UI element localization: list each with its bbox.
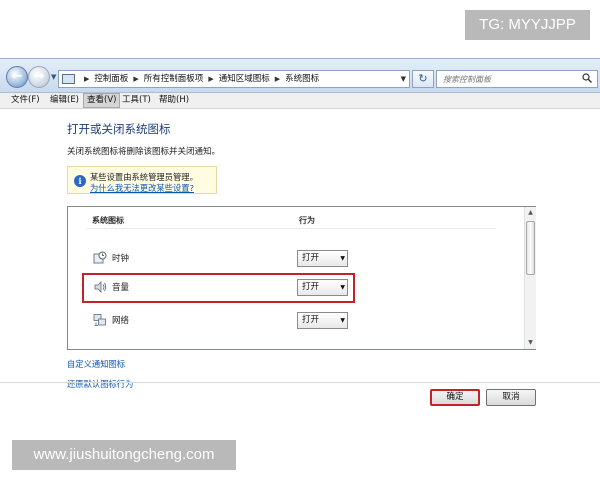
column-header-icons: 系统图标: [92, 216, 124, 225]
watermark-bottom: www.jiushuitongcheng.com: [12, 440, 236, 470]
network-behavior-select[interactable]: 打开 ▼: [297, 312, 348, 329]
main-content: 打开或关闭系统图标 关闭系统图标将删除该图标并关闭通知。 i 某些设置由系统管理…: [0, 110, 600, 421]
ok-button[interactable]: 确定: [430, 389, 480, 406]
recent-pages-chevron-icon[interactable]: ▼: [51, 73, 56, 81]
page-title: 打开或关闭系统图标: [67, 122, 171, 136]
breadcrumb-all-items[interactable]: 所有控制面板项: [144, 74, 204, 84]
chevron-down-icon: ▼: [340, 255, 345, 262]
menu-file[interactable]: 文件(F): [8, 93, 43, 108]
list-scrollbar[interactable]: ▲ ▼: [524, 207, 536, 349]
menu-bar: 文件(F) 编辑(E) 查看(V) 工具(T) 帮助(H): [0, 93, 600, 109]
menu-tools[interactable]: 工具(T): [119, 93, 154, 108]
column-header-behavior: 行为: [299, 216, 315, 225]
header-divider: [86, 228, 496, 229]
list-item-label: 网络: [112, 316, 130, 326]
info-icon: i: [74, 175, 86, 187]
scroll-down-icon[interactable]: ▼: [525, 337, 536, 349]
back-button[interactable]: ←: [6, 66, 28, 88]
breadcrumb-control-panel[interactable]: 控制面板: [94, 74, 128, 84]
breadcrumb-separator-icon: ▶: [133, 75, 139, 83]
admin-notice: i 某些设置由系统管理员管理。 为什么我无法更改某些设置?: [67, 166, 217, 194]
list-item-network: 网络 打开 ▼: [68, 307, 523, 335]
breadcrumb-notification-icons[interactable]: 通知区域图标: [219, 74, 270, 84]
clock-icon: [93, 251, 107, 264]
clock-behavior-select[interactable]: 打开 ▼: [297, 250, 348, 267]
search-icon[interactable]: [582, 73, 592, 83]
breadcrumb: ▶ 控制面板 ▶ 所有控制面板项 ▶ 通知区域图标 ▶ 系统图标: [79, 71, 319, 87]
address-bar[interactable]: ▶ 控制面板 ▶ 所有控制面板项 ▶ 通知区域图标 ▶ 系统图标 ▼: [58, 70, 410, 88]
address-toolbar: ← → ▼ ▶ 控制面板 ▶ 所有控制面板项 ▶ 通知区域图标 ▶ 系统图标 ▼ ↻: [0, 59, 600, 93]
list-item-label: 时钟: [112, 254, 130, 264]
scrollbar-thumb[interactable]: [526, 221, 535, 275]
refresh-icon: ↻: [418, 72, 428, 85]
menu-view[interactable]: 查看(V): [83, 93, 121, 108]
why-cant-change-link[interactable]: 为什么我无法更改某些设置?: [90, 182, 194, 194]
forward-arrow-icon: →: [33, 69, 45, 84]
search-box: [436, 70, 598, 88]
network-icon: [93, 314, 106, 326]
breadcrumb-system-icons[interactable]: 系统图标: [285, 74, 319, 84]
control-panel-icon: [62, 74, 75, 84]
refresh-button[interactable]: ↻: [412, 70, 434, 88]
customize-notification-icons-link[interactable]: 自定义通知图标: [67, 358, 125, 370]
control-panel-window: ← → ▼ ▶ 控制面板 ▶ 所有控制面板项 ▶ 通知区域图标 ▶ 系统图标 ▼ ↻ 文件(F…: [0, 58, 600, 421]
back-arrow-icon: ←: [11, 69, 23, 84]
page-description: 关闭系统图标将删除该图标并关闭通知。: [67, 147, 221, 157]
scroll-up-icon[interactable]: ▲: [525, 207, 536, 219]
watermark-top: TG: MYYJJPP: [465, 10, 590, 40]
list-item-clock: 时钟 打开 ▼: [68, 245, 523, 273]
system-icons-list: 系统图标 行为 时钟 打开 ▼ 音量 打开 ▼ 网络 打开 ▼ ▲ ▼: [67, 206, 536, 350]
chevron-down-icon: ▼: [340, 317, 345, 324]
search-input[interactable]: [437, 71, 577, 87]
menu-edit[interactable]: 编辑(E): [47, 93, 82, 108]
cancel-button[interactable]: 取消: [486, 389, 536, 406]
breadcrumb-separator-icon: ▶: [84, 75, 90, 83]
restore-default-behavior-link[interactable]: 还原默认图标行为: [67, 378, 133, 390]
volume-row-highlight: [82, 273, 355, 303]
breadcrumb-separator-icon: ▶: [208, 75, 214, 83]
menu-help[interactable]: 帮助(H): [156, 93, 192, 108]
footer-divider: [0, 382, 600, 383]
address-dropdown-icon[interactable]: ▼: [401, 71, 406, 87]
forward-button[interactable]: →: [28, 66, 50, 88]
breadcrumb-separator-icon: ▶: [274, 75, 281, 83]
